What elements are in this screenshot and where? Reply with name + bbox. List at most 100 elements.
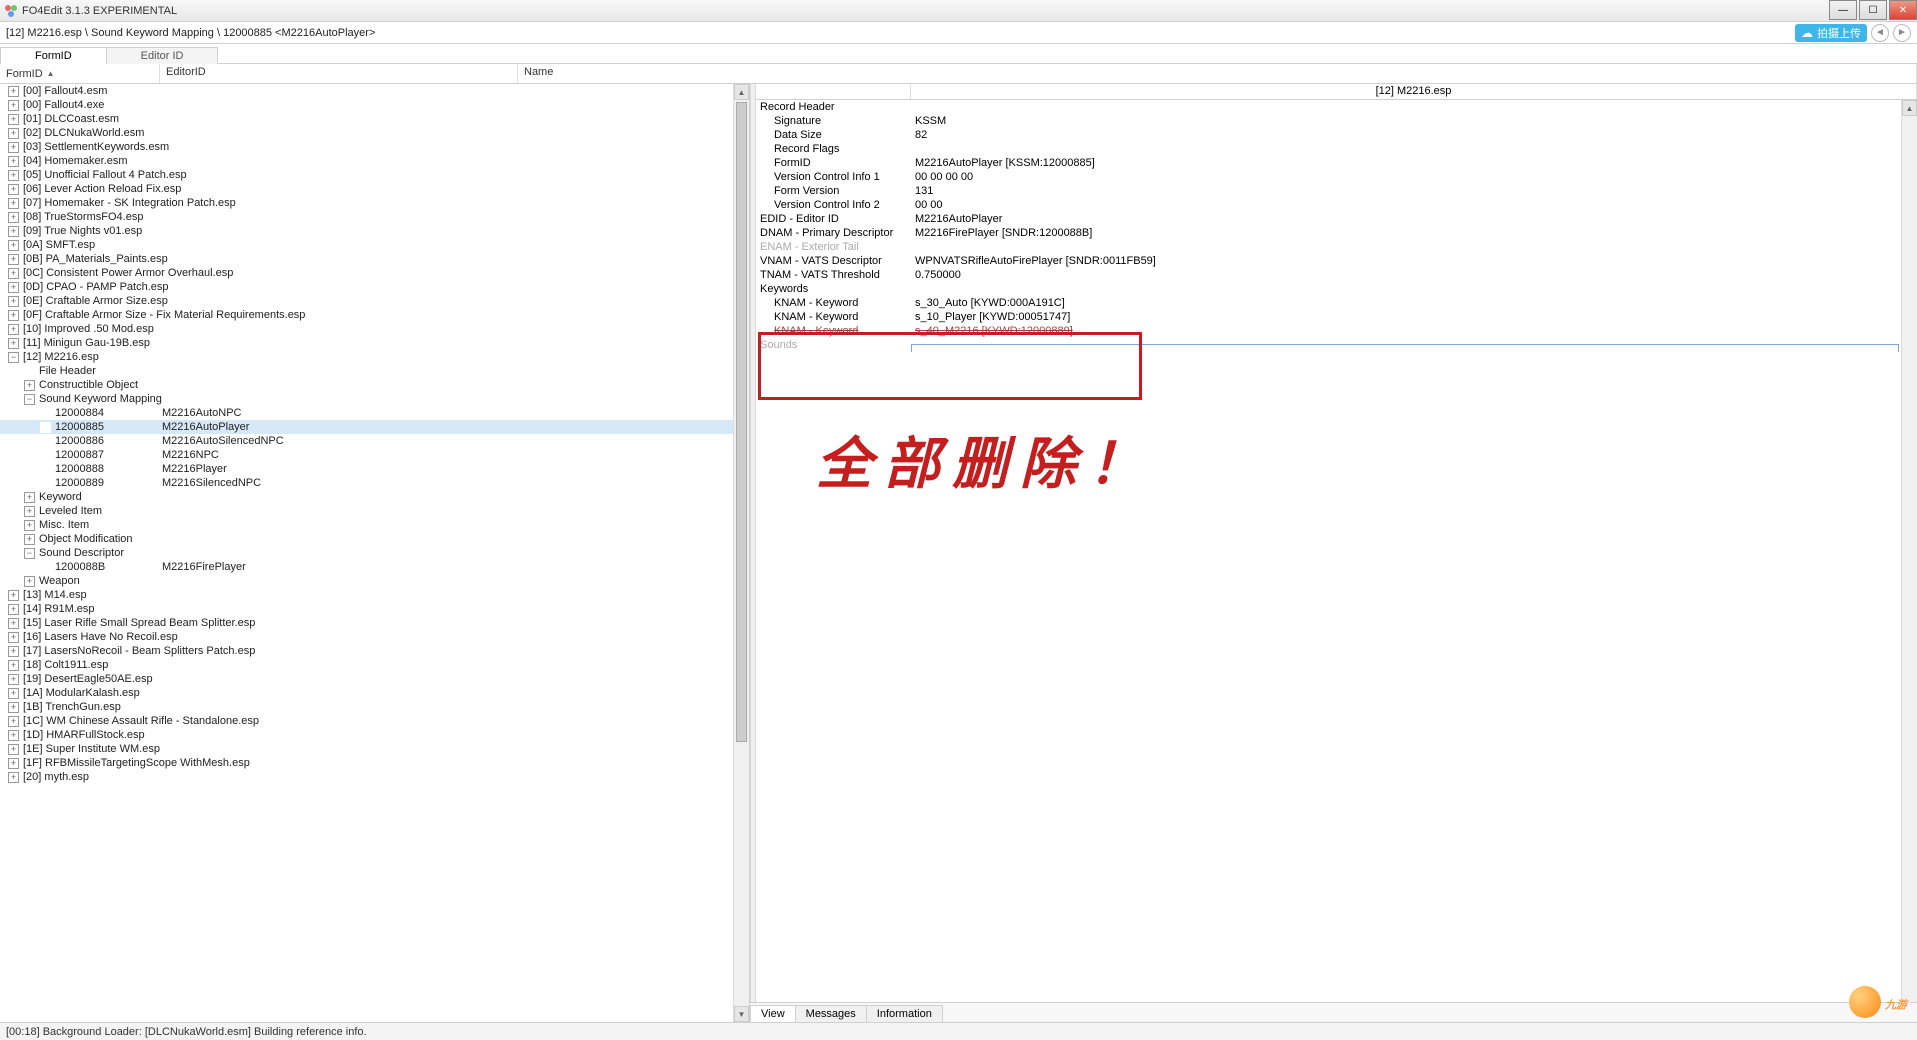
tree-row[interactable]: [0B] PA_Materials_Paints.esp: [0, 252, 749, 266]
tree-row[interactable]: [19] DesertEagle50AE.esp: [0, 672, 749, 686]
record-row[interactable]: Sounds: [756, 338, 1917, 352]
expand-icon[interactable]: [8, 590, 19, 601]
record-field-value[interactable]: s_10_Player [KYWD:00051747]: [911, 311, 1917, 323]
record-field-value[interactable]: s_40_M2216 [KYWD:12000889]: [911, 325, 1917, 337]
expand-icon[interactable]: [8, 758, 19, 769]
expand-icon[interactable]: [8, 716, 19, 727]
expand-icon[interactable]: [8, 296, 19, 307]
column-formid[interactable]: FormID ▲: [0, 64, 160, 83]
tree-row[interactable]: [0A] SMFT.esp: [0, 238, 749, 252]
tree-row[interactable]: Object Modification: [0, 532, 749, 546]
expand-icon[interactable]: [24, 492, 35, 503]
expand-icon[interactable]: [8, 226, 19, 237]
tree-row[interactable]: [1E] Super Institute WM.esp: [0, 742, 749, 756]
expand-icon[interactable]: [24, 380, 35, 391]
tree-scroll[interactable]: [00] Fallout4.esm[00] Fallout4.exe[01] D…: [0, 84, 749, 1022]
close-button[interactable]: ✕: [1889, 0, 1917, 20]
tree-row[interactable]: [1F] RFBMissileTargetingScope WithMesh.e…: [0, 756, 749, 770]
tree-row[interactable]: [05] Unofficial Fallout 4 Patch.esp: [0, 168, 749, 182]
expand-icon[interactable]: [8, 660, 19, 671]
tree-row[interactable]: [1A] ModularKalash.esp: [0, 686, 749, 700]
expand-icon[interactable]: [24, 576, 35, 587]
tab-messages[interactable]: Messages: [795, 1005, 867, 1023]
tree-row[interactable]: [10] Improved .50 Mod.esp: [0, 322, 749, 336]
expand-icon[interactable]: [8, 618, 19, 629]
tree-row[interactable]: [07] Homemaker - SK Integration Patch.es…: [0, 196, 749, 210]
tab-editorid[interactable]: Editor ID: [106, 47, 219, 64]
expand-icon[interactable]: [8, 128, 19, 139]
record-row[interactable]: KNAM - Keywords_10_Player [KYWD:00051747…: [756, 310, 1917, 324]
tree-row[interactable]: [08] TrueStormsFO4.esp: [0, 210, 749, 224]
scroll-thumb[interactable]: [736, 102, 747, 742]
record-field-value[interactable]: M2216AutoPlayer [KSSM:12000885]: [911, 157, 1917, 169]
expand-icon[interactable]: [8, 198, 19, 209]
tree-row[interactable]: [1B] TrenchGun.esp: [0, 700, 749, 714]
tree-row[interactable]: [1C] WM Chinese Assault Rifle - Standalo…: [0, 714, 749, 728]
expand-icon[interactable]: [8, 240, 19, 251]
expand-icon[interactable]: [24, 506, 35, 517]
tree-row[interactable]: [00] Fallout4.esm: [0, 84, 749, 98]
record-scrollbar[interactable]: ▲ ▼: [1901, 100, 1917, 1022]
expand-icon[interactable]: [8, 674, 19, 685]
upload-button[interactable]: ☁ 拍摄上传: [1795, 24, 1867, 42]
tree-row[interactable]: 12000886M2216AutoSilencedNPC: [0, 434, 749, 448]
record-row[interactable]: Version Control Info 100 00 00 00: [756, 170, 1917, 184]
tree-row[interactable]: [09] True Nights v01.esp: [0, 224, 749, 238]
expand-icon[interactable]: [24, 534, 35, 545]
tree-row[interactable]: Keyword: [0, 490, 749, 504]
record-row[interactable]: Keywords: [756, 282, 1917, 296]
record-field-value[interactable]: 82: [911, 129, 1917, 141]
tree-row[interactable]: [12] M2216.esp: [0, 350, 749, 364]
record-field-value[interactable]: M2216AutoPlayer: [911, 213, 1917, 225]
tree-row[interactable]: 12000887M2216NPC: [0, 448, 749, 462]
expand-icon[interactable]: [8, 156, 19, 167]
column-editorid[interactable]: EditorID: [160, 64, 518, 83]
expand-icon[interactable]: [8, 324, 19, 335]
scroll-down-icon[interactable]: ▼: [734, 1006, 749, 1022]
record-row[interactable]: Version Control Info 200 00: [756, 198, 1917, 212]
expand-icon[interactable]: [8, 86, 19, 97]
record-field-value[interactable]: s_30_Auto [KYWD:000A191C]: [911, 297, 1917, 309]
tree-row[interactable]: 12000885M2216AutoPlayer: [0, 420, 749, 434]
record-row[interactable]: SignatureKSSM: [756, 114, 1917, 128]
record-row[interactable]: VNAM - VATS DescriptorWPNVATSRifleAutoFi…: [756, 254, 1917, 268]
record-value-input[interactable]: [911, 344, 1899, 352]
tree-row[interactable]: [0C] Consistent Power Armor Overhaul.esp: [0, 266, 749, 280]
expand-icon[interactable]: [8, 282, 19, 293]
expand-icon[interactable]: [8, 604, 19, 615]
tree-row[interactable]: [0D] CPAO - PAMP Patch.esp: [0, 280, 749, 294]
collapse-icon[interactable]: [8, 352, 19, 363]
record-field-value[interactable]: 00 00: [911, 199, 1917, 211]
expand-icon[interactable]: [8, 338, 19, 349]
tree-row[interactable]: 12000888M2216Player: [0, 462, 749, 476]
tree-scrollbar[interactable]: ▲ ▼: [733, 84, 749, 1022]
tree-row[interactable]: 12000884M2216AutoNPC: [0, 406, 749, 420]
scroll-up-icon[interactable]: ▲: [734, 84, 749, 100]
nav-back-button[interactable]: ◄: [1871, 24, 1889, 42]
nav-forward-button[interactable]: ►: [1893, 24, 1911, 42]
maximize-button[interactable]: ☐: [1859, 0, 1887, 20]
minimize-button[interactable]: —: [1829, 0, 1857, 20]
record-row[interactable]: FormIDM2216AutoPlayer [KSSM:12000885]: [756, 156, 1917, 170]
tree-row[interactable]: [18] Colt1911.esp: [0, 658, 749, 672]
record-field-value[interactable]: M2216FirePlayer [SNDR:1200088B]: [911, 227, 1917, 239]
tree-row[interactable]: Sound Keyword Mapping: [0, 392, 749, 406]
record-row[interactable]: Data Size82: [756, 128, 1917, 142]
expand-icon[interactable]: [24, 520, 35, 531]
tree-row[interactable]: [0F] Craftable Armor Size - Fix Material…: [0, 308, 749, 322]
tree-row[interactable]: [17] LasersNoRecoil - Beam Splitters Pat…: [0, 644, 749, 658]
tab-view[interactable]: View: [750, 1005, 796, 1023]
tree-row[interactable]: File Header: [0, 364, 749, 378]
tree-row[interactable]: [04] Homemaker.esm: [0, 154, 749, 168]
expand-icon[interactable]: [8, 646, 19, 657]
tree-row[interactable]: [0E] Craftable Armor Size.esp: [0, 294, 749, 308]
expand-icon[interactable]: [8, 632, 19, 643]
scroll-up-icon[interactable]: ▲: [1902, 100, 1917, 116]
tree-row[interactable]: 12000889M2216SilencedNPC: [0, 476, 749, 490]
expand-icon[interactable]: [8, 730, 19, 741]
expand-icon[interactable]: [8, 310, 19, 321]
tree-row[interactable]: [01] DLCCoast.esm: [0, 112, 749, 126]
tree-row[interactable]: [20] myth.esp: [0, 770, 749, 784]
expand-icon[interactable]: [8, 268, 19, 279]
collapse-icon[interactable]: [24, 548, 35, 559]
